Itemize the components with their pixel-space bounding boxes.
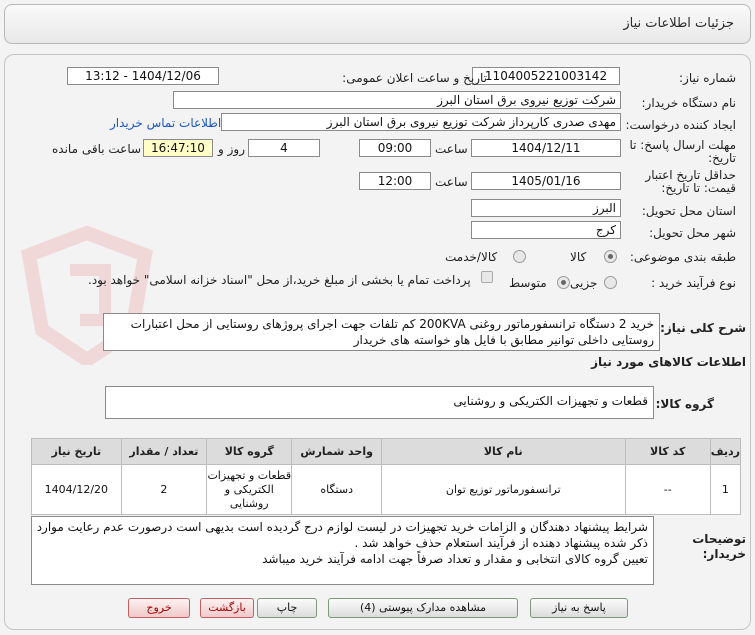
- process-label: نوع فرآیند خرید :: [651, 276, 736, 290]
- notes-line-1: شرایط پیشنهاد دهندگان و الزامات خرید تجه…: [36, 520, 648, 534]
- page-title: جزئیات اطلاعات نیاز: [623, 16, 734, 31]
- days-label: روز و: [218, 142, 245, 156]
- province-field: البرز: [471, 199, 621, 217]
- goods-group-value: قطعات و تجهیزات الکتریکی و روشنایی: [453, 394, 648, 408]
- deadline-time-label: ساعت: [435, 142, 468, 156]
- cell-code: --: [624, 464, 711, 515]
- cell-qty: 2: [120, 464, 208, 515]
- cell-group-line-3: روشنایی: [229, 496, 269, 510]
- validity-time-label: ساعت: [435, 175, 468, 189]
- notes-label-2: خریدار:: [702, 547, 746, 561]
- category-radio-goods-service[interactable]: [513, 250, 526, 263]
- category-option-goods-service: کالا/خدمت: [445, 250, 498, 264]
- print-button[interactable]: چاپ: [257, 598, 317, 618]
- view-attachments-button[interactable]: مشاهده مدارک پیوستی (4): [328, 598, 518, 618]
- process-radio-medium[interactable]: [557, 276, 570, 289]
- col-qty-header: تعداد / مقدار: [120, 438, 208, 465]
- remaining-label: ساعت باقی مانده: [52, 142, 142, 156]
- cell-group: قطعات و تجهیزات الکتریکی و روشنایی: [206, 464, 293, 515]
- city-field: کرج: [471, 221, 621, 239]
- category-radio-goods[interactable]: [604, 250, 617, 263]
- category-option-goods: کالا: [570, 250, 587, 264]
- validity-date-field: 1405/01/16: [471, 172, 621, 190]
- process-option-minor: جزیی: [570, 276, 598, 290]
- cell-date: 1404/12/20: [31, 464, 122, 515]
- exit-button[interactable]: خروج: [128, 598, 190, 618]
- notes-line-2: ذکر شده پیشنهاد دهنده از فرآیند استعلام …: [354, 536, 648, 550]
- reply-button[interactable]: پاسخ به نیاز: [530, 598, 628, 618]
- col-group-header: گروه کالا: [206, 438, 293, 465]
- process-radio-minor[interactable]: [604, 276, 617, 289]
- buyer-label: نام دستگاه خریدار:: [641, 96, 737, 110]
- description-label: شرح کلی نیاز:: [660, 321, 746, 335]
- goods-group-field: قطعات و تجهیزات الکتریکی و روشنایی: [105, 386, 654, 419]
- announce-date-label: تاریخ و ساعت اعلان عمومی:: [342, 71, 487, 85]
- validity-label-2: قیمت: تا تاریخ:: [661, 181, 736, 195]
- validity-label: حداقل تاریخ اعتبار: [645, 168, 736, 182]
- goods-section-title: اطلاعات کالاهای مورد نیاز: [591, 355, 746, 369]
- deadline-label: مهلت ارسال پاسخ: تا: [629, 138, 736, 152]
- creator-field: مهدی صدری کارپرداز شرکت توزیع نیروی برق …: [221, 113, 621, 131]
- col-unit-header: واحد شمارش: [291, 438, 382, 465]
- table-header-row: ردیف کد کالا نام کالا واحد شمارش گروه کا…: [31, 438, 742, 465]
- goods-table: ردیف کد کالا نام کالا واحد شمارش گروه کا…: [31, 438, 742, 515]
- page-header: جزئیات اطلاعات نیاز: [4, 4, 751, 44]
- cell-group-line-2: الکتریکی و: [224, 482, 274, 496]
- treasury-payment-note: پرداخت تمام یا بخشی از مبلغ خرید،از محل …: [88, 273, 471, 287]
- announce-date-field: 1404/12/06 - 13:12: [67, 67, 219, 85]
- creator-label: ایجاد کننده درخواست:: [625, 118, 736, 132]
- description-line-2: روستایی داخلی توانیر مطابق با فایل هاو خ…: [353, 333, 654, 347]
- table-row[interactable]: 1 -- ترانسفورماتور توزیع توان دستگاه قطع…: [31, 464, 742, 515]
- need-number-label: شماره نیاز:: [679, 71, 736, 85]
- notes-line-3: تعیین گروه کالای انتخابی و مقدار و تعداد…: [262, 552, 648, 566]
- buyer-field: شرکت توزیع نیروی برق استان البرز: [173, 91, 621, 109]
- cell-group-line-1: قطعات و تجهیزات: [207, 468, 292, 482]
- treasury-payment-checkbox[interactable]: [481, 271, 493, 283]
- buyer-notes-field: شرایط پیشنهاد دهندگان و الزامات خرید تجه…: [31, 516, 654, 585]
- city-label: شهر محل تحویل:: [649, 226, 736, 240]
- need-number-field: 1104005221003142: [472, 67, 620, 85]
- buyer-contact-link[interactable]: اطلاعات تماس خریدار: [110, 116, 221, 130]
- cell-name: ترانسفورماتور توزیع توان: [380, 464, 626, 515]
- col-code-header: کد کالا: [624, 438, 711, 465]
- deadline-time-field: 09:00: [359, 139, 431, 157]
- back-button[interactable]: بازگشت: [200, 598, 254, 618]
- cell-unit: دستگاه: [291, 464, 382, 515]
- deadline-date-field: 1404/12/11: [471, 139, 621, 157]
- notes-label: توضیحات: [692, 532, 746, 546]
- remaining-time-field: 16:47:10: [143, 139, 213, 157]
- days-remaining-field: 4: [248, 139, 320, 157]
- col-name-header: نام کالا: [380, 438, 626, 465]
- goods-group-label: گروه کالا:: [655, 397, 714, 411]
- cell-row: 1: [709, 464, 742, 515]
- description-field: خرید 2 دستگاه ترانسفورماتور روغنی 200KVA…: [103, 313, 660, 351]
- province-label: استان محل تحویل:: [641, 204, 736, 218]
- col-row-header: ردیف: [709, 438, 742, 465]
- validity-time-field: 12:00: [359, 172, 431, 190]
- description-line-1: خرید 2 دستگاه ترانسفورماتور روغنی 200KVA…: [130, 317, 654, 331]
- deadline-label-2: تاریخ:: [708, 151, 736, 165]
- category-label: طبقه بندی موضوعی:: [629, 250, 736, 264]
- col-date-header: تاریخ نیاز: [31, 438, 122, 465]
- process-option-medium: متوسط: [509, 276, 547, 290]
